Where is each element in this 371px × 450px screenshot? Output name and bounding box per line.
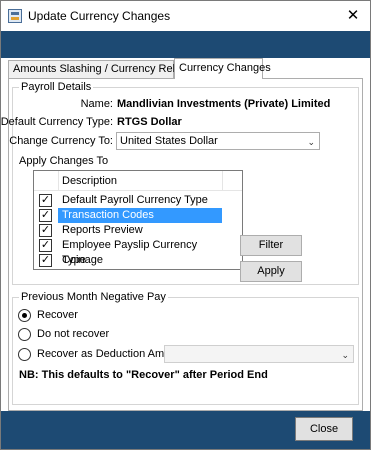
name-label: Name: bbox=[80, 98, 113, 110]
payroll-details-title: Payroll Details bbox=[19, 81, 94, 93]
list-item-label: Transaction Codes bbox=[58, 208, 222, 223]
description-column-header[interactable]: Description bbox=[62, 175, 117, 187]
recover-radio-label[interactable]: Recover bbox=[37, 309, 78, 321]
list-item-label: Default Payroll Currency Type bbox=[62, 194, 208, 206]
default-currency-value: RTGS Dollar bbox=[117, 116, 182, 128]
close-button-label: Close bbox=[309, 423, 339, 435]
list-item-label: Coinage bbox=[62, 254, 103, 266]
app-icon bbox=[8, 9, 22, 23]
list-item[interactable]: ✓ Reports Preview bbox=[34, 223, 242, 238]
checkbox[interactable]: ✓ bbox=[39, 224, 52, 237]
apply-changes-label: Apply Changes To bbox=[19, 155, 109, 167]
name-value: Mandlivian Investments (Private) Limited bbox=[117, 98, 331, 110]
update-currency-dialog: Update Currency Changes ✕ Amounts Slashi… bbox=[0, 0, 371, 450]
list-item[interactable]: ✓ Employee Payslip Currency Type bbox=[34, 238, 242, 266]
chevron-down-icon: ⌄ bbox=[341, 350, 349, 360]
recover-radio[interactable] bbox=[18, 309, 31, 322]
tab-amounts-slashing[interactable]: Amounts Slashing / Currency Rebasing bbox=[8, 60, 205, 79]
chevron-down-icon: ⌄ bbox=[307, 137, 315, 147]
tab-panel-currency-changes: Payroll Details Name: Mandlivian Investm… bbox=[1, 78, 363, 411]
list-item[interactable]: ✓ Coinage bbox=[34, 253, 242, 268]
recover-deduction-radio[interactable] bbox=[18, 348, 31, 361]
close-button[interactable]: Close bbox=[295, 417, 353, 441]
deduction-amount-select[interactable]: ⌄ bbox=[164, 345, 354, 363]
title-bar: Update Currency Changes ✕ bbox=[1, 1, 370, 31]
list-item-label: Reports Preview bbox=[62, 224, 143, 236]
negative-pay-group: Previous Month Negative Pay Recover Do n… bbox=[12, 291, 359, 405]
default-currency-label: Default Currency Type: bbox=[0, 116, 113, 128]
checkbox[interactable]: ✓ bbox=[39, 254, 52, 267]
checkbox[interactable]: ✓ bbox=[39, 194, 52, 207]
list-item-label: Employee Payslip Currency Type bbox=[62, 239, 198, 266]
do-not-recover-radio[interactable] bbox=[18, 328, 31, 341]
column-separator bbox=[58, 171, 59, 191]
do-not-recover-radio-label[interactable]: Do not recover bbox=[37, 328, 109, 340]
change-currency-select[interactable]: United States Dollar ⌄ bbox=[116, 132, 320, 150]
header-banner bbox=[1, 31, 370, 58]
list-item[interactable]: ✓ Transaction Codes bbox=[34, 208, 242, 223]
dialog-content: Amounts Slashing / Currency Rebasing Cur… bbox=[1, 58, 363, 411]
change-currency-value: United States Dollar bbox=[120, 135, 218, 147]
column-separator-end bbox=[222, 171, 223, 191]
checkbox[interactable]: ✓ bbox=[39, 239, 52, 252]
list-header: Description bbox=[34, 171, 242, 191]
window-title: Update Currency Changes bbox=[28, 9, 171, 23]
apply-changes-list[interactable]: Description ✓ Default Payroll Currency T… bbox=[33, 170, 243, 270]
tab-currency-changes[interactable]: Currency Changes bbox=[174, 58, 271, 79]
filter-button[interactable]: Filter bbox=[240, 235, 302, 256]
close-icon[interactable]: ✕ bbox=[342, 5, 364, 27]
list-item[interactable]: ✓ Default Payroll Currency Type bbox=[34, 193, 242, 208]
payroll-details-group: Payroll Details Name: Mandlivian Investm… bbox=[1, 81, 359, 285]
footer-bar: Close bbox=[1, 411, 370, 449]
negative-pay-title: Previous Month Negative Pay bbox=[19, 291, 168, 303]
change-currency-label: Change Currency To: bbox=[9, 135, 113, 147]
apply-button[interactable]: Apply bbox=[240, 261, 302, 282]
period-end-note: NB: This defaults to "Recover" after Per… bbox=[19, 369, 268, 381]
checkbox[interactable]: ✓ bbox=[39, 209, 52, 222]
